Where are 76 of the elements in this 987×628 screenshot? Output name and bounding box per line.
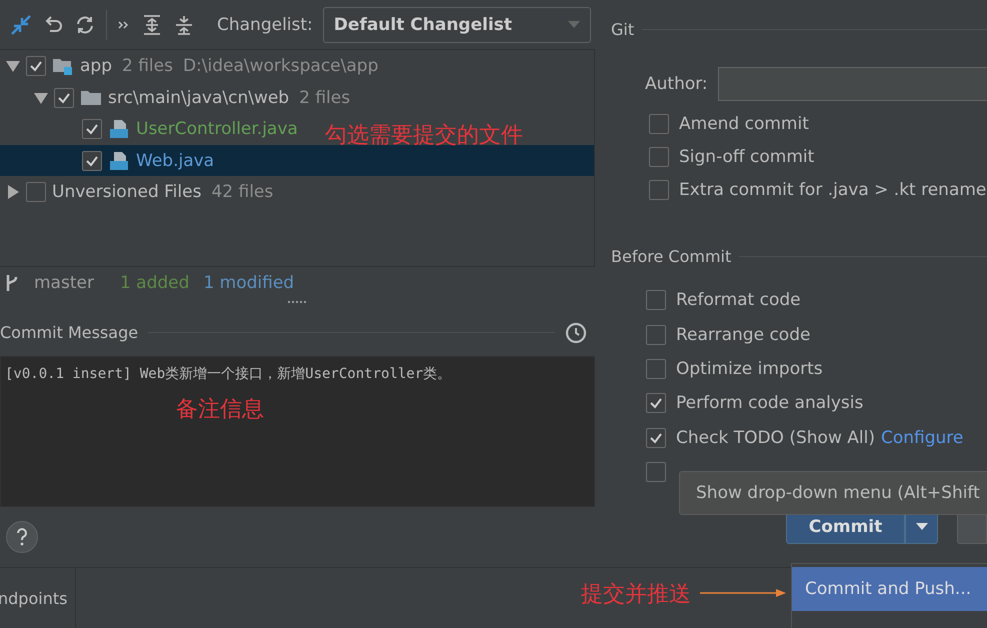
- expand-arrow-icon[interactable]: [6, 59, 20, 74]
- author-field[interactable]: [718, 67, 987, 101]
- file-count: 42 files: [211, 182, 274, 202]
- folder-icon: [80, 88, 102, 107]
- checkbox[interactable]: [646, 358, 666, 379]
- checkbox-label: Rearrange code: [676, 324, 810, 345]
- checkbox[interactable]: [82, 119, 102, 140]
- added-count: 1 added: [120, 273, 190, 294]
- tree-row[interactable]: app 2 files D:\idea\workspace\app: [0, 50, 384, 82]
- menu-item[interactable]: Commit and Push...: [792, 567, 987, 611]
- checkbox-label: Sign-off commit: [679, 146, 814, 166]
- java-file-icon: [108, 119, 130, 140]
- module-folder-icon: [52, 57, 74, 76]
- checkbox[interactable]: [649, 146, 669, 166]
- checkmark-icon: [29, 59, 43, 74]
- checkmark-icon: [85, 122, 99, 136]
- expand-arrow-icon[interactable]: [34, 90, 48, 105]
- tree-item-label: app: [80, 56, 112, 76]
- annotation-text: 备注信息: [176, 396, 264, 424]
- checkbox-label: Extra commit for .java > .kt rename: [679, 180, 986, 200]
- checkbox[interactable]: [646, 462, 666, 482]
- checkbox[interactable]: [646, 428, 666, 448]
- tree-item-label: UserController.java: [136, 119, 298, 140]
- changelist-label: Changelist:: [217, 14, 313, 35]
- checkbox[interactable]: [646, 290, 666, 310]
- checkbox[interactable]: [54, 88, 74, 108]
- modified-count: 1 modified: [203, 273, 294, 294]
- checkbox-label: Perform code analysis: [676, 393, 864, 414]
- checkbox[interactable]: [646, 393, 666, 414]
- checkmark-icon: [649, 430, 663, 445]
- tree-item-label: Unversioned Files: [52, 182, 202, 202]
- checkbox-label: Amend commit: [679, 114, 809, 134]
- checkbox[interactable]: [26, 56, 46, 76]
- checkbox-label: Check TODO (Show All): [676, 428, 875, 448]
- question-icon: [16, 528, 28, 546]
- tree-item-label: Web.java: [136, 150, 214, 171]
- tooltip: Show drop-down menu (Alt+Shift: [679, 471, 987, 515]
- collapse-arrows-icon[interactable]: [10, 14, 32, 36]
- checkbox[interactable]: [82, 150, 102, 171]
- tree-row[interactable]: Web.java: [0, 144, 594, 176]
- caret-icon: [568, 20, 580, 29]
- checkbox[interactable]: [26, 182, 46, 202]
- changelist-dropdown[interactable]: Default Changelist: [322, 6, 591, 43]
- checkbox[interactable]: [649, 114, 669, 134]
- expand-arrow-icon[interactable]: [6, 185, 20, 200]
- help-button[interactable]: [6, 521, 38, 553]
- caret-icon: [916, 523, 928, 532]
- checkbox[interactable]: [646, 324, 666, 345]
- checkmark-icon: [649, 396, 663, 410]
- annotation-text: 提交并推送: [581, 581, 691, 609]
- file-count: 2 files: [299, 88, 350, 108]
- tree-row[interactable]: src\main\java\cn\web 2 files: [0, 82, 356, 114]
- section-title: Before Commit: [611, 246, 732, 266]
- branch-name: master: [34, 273, 94, 294]
- resize-grip-icon[interactable]: [286, 300, 308, 304]
- branch-icon: [4, 273, 20, 294]
- checkbox-label: Reformat code: [676, 290, 801, 310]
- checkmark-icon: [85, 154, 99, 168]
- path-label: D:\idea\workspace\app: [182, 56, 378, 76]
- configure-link[interactable]: Configure: [880, 428, 964, 448]
- checkbox[interactable]: [649, 180, 669, 200]
- section-title: Commit Message: [0, 323, 138, 342]
- refresh-icon[interactable]: [74, 14, 96, 36]
- checkbox-label: Optimize imports: [676, 358, 823, 379]
- annotation-text: 勾选需要提交的文件: [325, 125, 523, 147]
- author-label: Author:: [645, 74, 708, 94]
- collapse-all-icon[interactable]: [173, 14, 195, 36]
- checkmark-icon: [57, 90, 71, 105]
- section-title: Git: [611, 20, 634, 38]
- history-clock-icon[interactable]: [565, 322, 587, 344]
- tree-item-label: src\main\java\cn\web: [108, 88, 290, 108]
- tree-row[interactable]: UserController.java: [0, 113, 304, 145]
- expand-all-icon[interactable]: [141, 14, 163, 36]
- tree-row[interactable]: Unversioned Files 42 files: [0, 176, 280, 208]
- java-file-icon: [108, 150, 130, 171]
- file-count: 2 files: [122, 56, 173, 76]
